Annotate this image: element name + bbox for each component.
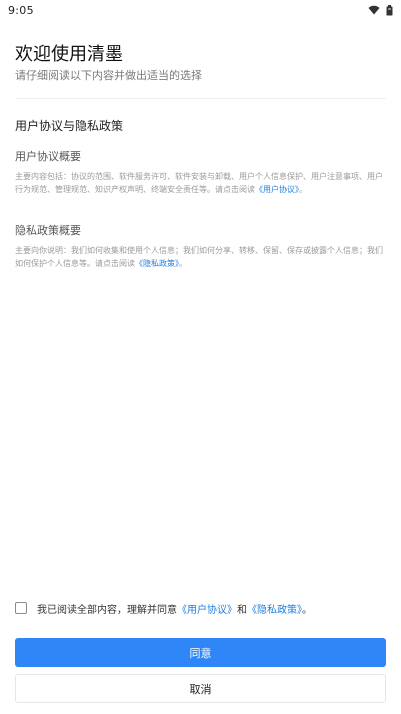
consent-privacy-policy-link[interactable]: 《隐私政策》 bbox=[247, 605, 302, 616]
consent-and: 和 bbox=[237, 604, 247, 616]
status-bar: 9:05 bbox=[0, 0, 401, 20]
user-agreement-suffix: 。 bbox=[299, 185, 307, 194]
privacy-policy-suffix: 。 bbox=[179, 259, 187, 268]
consent-suffix: 。 bbox=[302, 604, 312, 616]
status-icons bbox=[368, 4, 393, 16]
user-agreement-summary: 用户协议概要 主要内容包括：协议的范围、软件服务许可、软件安装与卸载、用户个人信… bbox=[15, 150, 386, 196]
user-agreement-link[interactable]: 《用户协议》 bbox=[255, 185, 299, 194]
header: 欢迎使用清墨 请仔细阅读以下内容并做出适当的选择 bbox=[15, 44, 386, 83]
cancel-button[interactable]: 取消 bbox=[15, 674, 386, 703]
consent-row: 我已阅读全部内容，理解并同意《用户协议》和《隐私政策》。 bbox=[15, 600, 386, 616]
section-title: 用户协议与隐私政策 bbox=[15, 119, 124, 133]
privacy-consent-screen: 9:05 欢迎使用清墨 请仔细阅读以下内容并做出适当的选择 用户协议与隐私政策 … bbox=[0, 0, 401, 714]
agree-button[interactable]: 同意 bbox=[15, 638, 386, 667]
privacy-policy-body-text: 主要向你说明：我们如何收集和使用个人信息；我们如何分享、转移、保留、保存或披露个… bbox=[15, 246, 383, 268]
user-agreement-body: 主要内容包括：协议的范围、软件服务许可、软件安装与卸载、用户个人信息保护、用户注… bbox=[15, 170, 386, 196]
agree-button-label: 同意 bbox=[189, 646, 212, 660]
wifi-icon bbox=[368, 5, 380, 15]
consent-prefix: 我已阅读全部内容，理解并同意 bbox=[37, 604, 177, 616]
privacy-policy-body: 主要向你说明：我们如何收集和使用个人信息；我们如何分享、转移、保留、保存或披露个… bbox=[15, 244, 386, 270]
user-agreement-heading: 用户协议概要 bbox=[15, 150, 81, 163]
privacy-policy-summary: 隐私政策概要 主要向你说明：我们如何收集和使用个人信息；我们如何分享、转移、保留… bbox=[15, 224, 386, 270]
header-divider bbox=[15, 98, 386, 99]
user-agreement-body-text: 主要内容包括：协议的范围、软件服务许可、软件安装与卸载、用户个人信息保护、用户注… bbox=[15, 172, 383, 194]
consent-checkbox[interactable] bbox=[15, 602, 27, 614]
privacy-policy-heading: 隐私政策概要 bbox=[15, 224, 81, 237]
privacy-policy-link[interactable]: 《隐私政策》 bbox=[135, 259, 179, 268]
page-subtitle: 请仔细阅读以下内容并做出适当的选择 bbox=[15, 69, 202, 82]
status-time: 9:05 bbox=[8, 3, 34, 17]
battery-icon bbox=[386, 4, 393, 16]
cancel-button-label: 取消 bbox=[189, 682, 212, 696]
page-title: 欢迎使用清墨 bbox=[15, 44, 123, 65]
consent-user-agreement-link[interactable]: 《用户协议》 bbox=[177, 605, 237, 616]
consent-text: 我已阅读全部内容，理解并同意《用户协议》和《隐私政策》。 bbox=[37, 601, 312, 616]
